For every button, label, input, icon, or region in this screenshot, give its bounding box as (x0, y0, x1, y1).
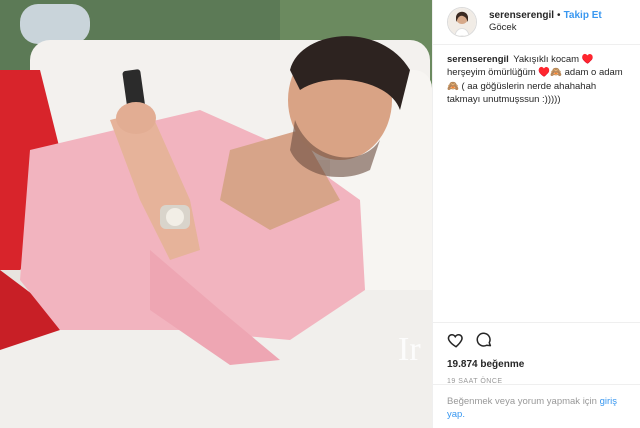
svg-text:Ir: Ir (398, 331, 421, 368)
avatar[interactable] (447, 7, 477, 37)
avatar-image (448, 8, 476, 36)
login-prompt: Beğenmek veya yorum yapmak için giriş ya… (433, 384, 640, 428)
separator-dot: • (557, 9, 561, 21)
instagram-post: Ir serenserengil • Takip Et Göcek serenser (0, 0, 640, 428)
post-sidebar: serenserengil • Takip Et Göcek serensereng… (432, 0, 640, 428)
username-link[interactable]: serenserengil (489, 10, 554, 21)
login-prompt-text: Beğenmek veya yorum yapmak için (447, 396, 597, 407)
likes-count[interactable]: 19.874 beğenme (447, 359, 627, 370)
photo-illustration: Ir (0, 0, 432, 428)
caption-username[interactable]: serenserengil (447, 54, 509, 65)
post-header: serenserengil • Takip Et Göcek (433, 0, 640, 45)
location-link[interactable]: Göcek (489, 22, 602, 34)
follow-button[interactable]: Takip Et (564, 10, 602, 21)
caption: serenserengil Yakışıklı kocam ♥️ herşeyi… (433, 45, 640, 313)
heart-icon[interactable] (447, 331, 465, 349)
post-photo[interactable]: Ir (0, 0, 432, 428)
post-actions: 19.874 beğenme 19 SAAT ÖNCE (433, 322, 640, 385)
comment-icon[interactable] (475, 331, 493, 349)
